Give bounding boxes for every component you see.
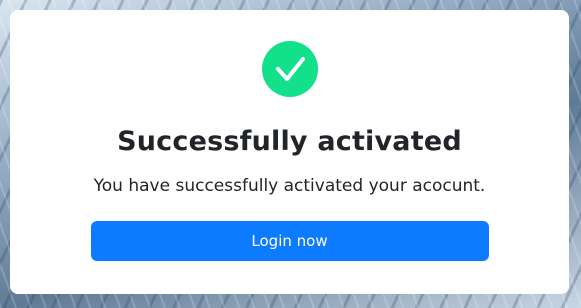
dialog-title: Successfully activated [117, 126, 462, 157]
checkmark-circle-icon [261, 41, 318, 97]
activation-dialog: Successfully activated You have successf… [10, 10, 569, 294]
login-now-button[interactable]: Login now [90, 221, 489, 261]
dialog-message: You have successfully activated your aco… [93, 176, 486, 196]
